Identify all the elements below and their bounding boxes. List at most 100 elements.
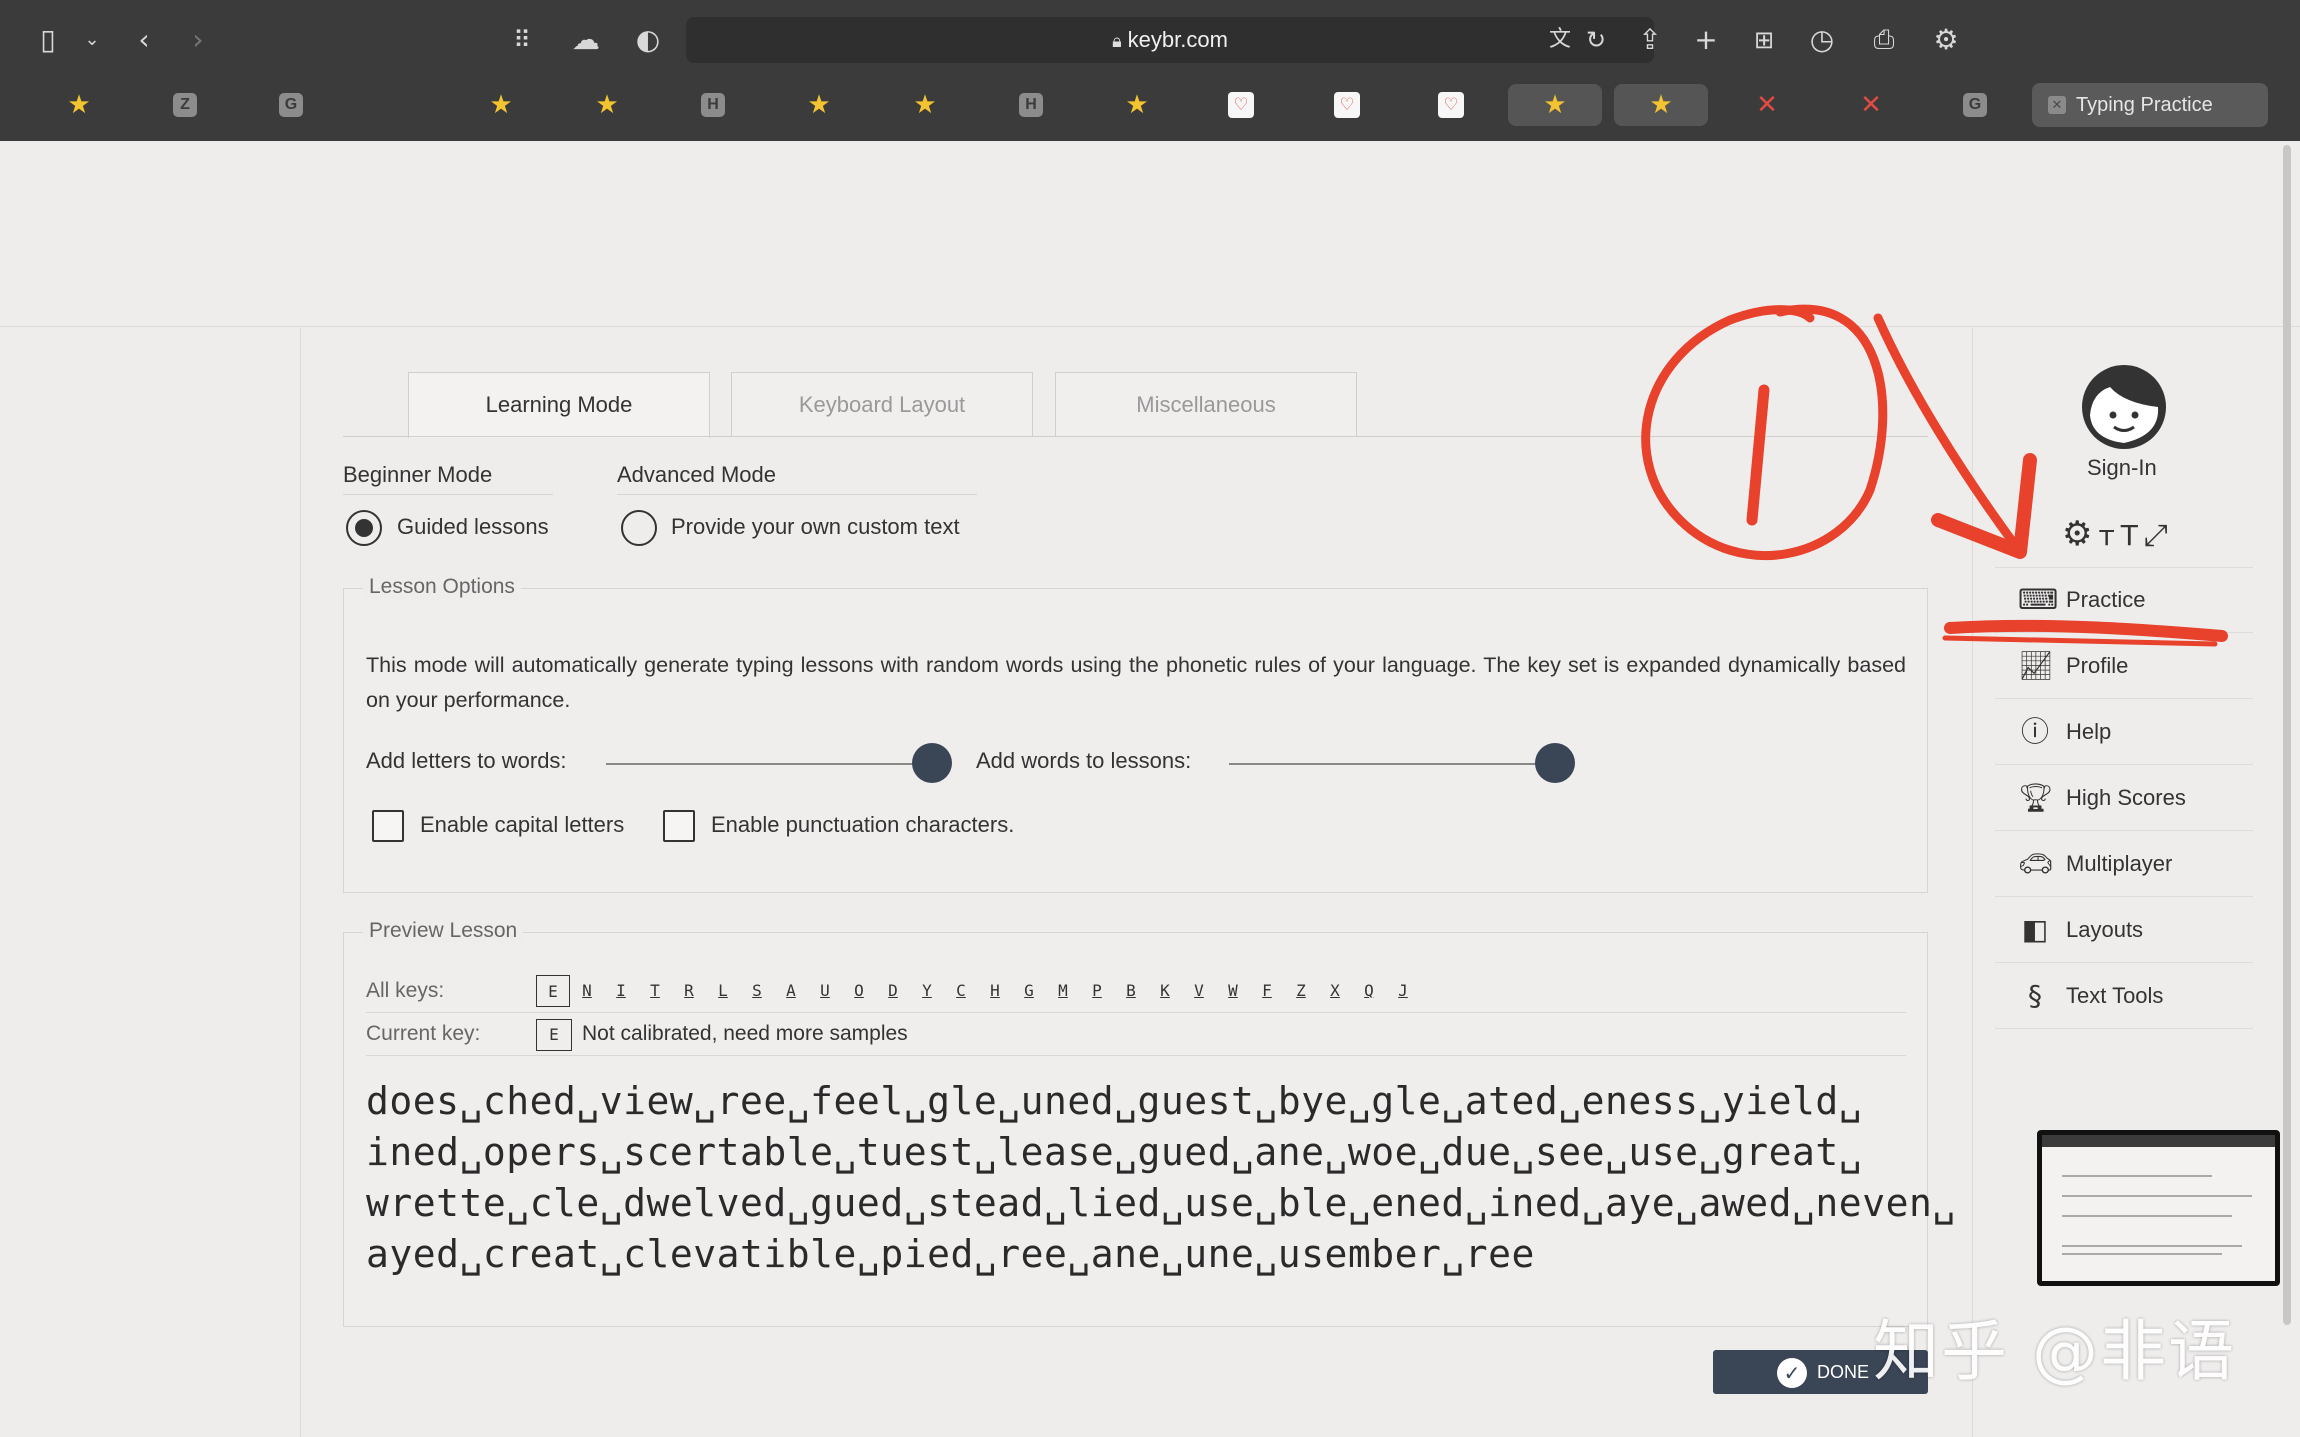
star-icon: ★ [1543,90,1567,120]
history-icon[interactable]: ◷ [1804,22,1840,58]
punctuation-label[interactable]: Enable punctuation characters. [711,812,1014,838]
favorite-item[interactable]: ★ [454,84,548,126]
key-badge: N [582,981,592,1000]
lesson-line: ayed␣creat␣clevatible␣pied␣ree␣ane␣une␣u… [366,1232,1535,1276]
new-tab-icon[interactable]: + [1688,22,1724,58]
key-badge: Q [1364,981,1374,1000]
address-bar[interactable]: 🔒︎ keybr.com [686,17,1654,63]
favorite-item[interactable]: ★ [1614,84,1708,126]
favorite-item[interactable]: ♡ [1404,84,1498,126]
share-icon[interactable]: ⇪ [1632,22,1668,58]
browser-chrome: ▯ ⌄ ‹ › ⠿ ☁ ◐ 🔒︎ keybr.com 文 ↻ ⇪ + ⊞ ◷ ⎙ … [0,0,2300,141]
custom-text-radio[interactable] [621,510,657,546]
beginner-mode-label: Beginner Mode [343,462,553,495]
browser-toolbar: ▯ ⌄ ‹ › ⠿ ☁ ◐ 🔒︎ keybr.com 文 ↻ ⇪ + ⊞ ◷ ⎙ … [0,0,2300,80]
sign-in-link[interactable]: Sign-In [2087,455,2157,481]
favorite-item[interactable]: ✕ [1824,84,1918,126]
guided-lessons-radio[interactable] [346,510,382,546]
translate-icon[interactable]: 文 [1542,22,1578,58]
sidebar-item-label: Text Tools [2066,983,2164,1008]
close-tab-icon[interactable]: ✕ [2048,96,2066,114]
keys-divider [366,1012,1906,1013]
scrollbar-thumb[interactable] [2283,145,2291,1325]
key-badge: W [1228,981,1238,1000]
add-letters-slider-track[interactable] [606,763,932,765]
key-badge: O [854,981,864,1000]
screenshot-thumbnail[interactable] [2037,1130,2280,1286]
sidebar-item-high-scores[interactable]: 🏆︎ High Scores [1995,765,2253,831]
capital-letters-checkbox[interactable] [372,810,404,842]
tab-miscellaneous[interactable]: Miscellaneous [1055,372,1357,436]
favicon-letter: G [1963,93,1987,117]
fullscreen-icon[interactable]: ⤢ [2144,518,2174,553]
toolbar-icons: ⚙тT⤢ [2062,514,2174,554]
add-letters-slider-knob[interactable] [912,743,952,783]
sidebar-item-label: Help [2066,719,2112,744]
favorites-bar: ★ Z G ★ ★ H ★ ★ H ★ ♡ ♡ ♡ ★ ★ ✕ ✕ G [0,80,2300,141]
font-size-icon[interactable]: тT [2098,519,2143,552]
custom-text-label[interactable]: Provide your own custom text [671,514,960,540]
grid-apps-icon[interactable]: ⠿ [504,22,540,58]
avatar-icon[interactable] [2080,363,2168,451]
sidebar-item-text-tools[interactable]: § Text Tools [1995,963,2253,1029]
favorite-item[interactable]: G [1928,84,2022,126]
shield-icon[interactable]: ◐ [630,22,666,58]
tab-typing-practice[interactable]: ✕ Typing Practice [2032,83,2268,127]
favorite-item[interactable]: ★ [32,84,126,126]
cloud-icon[interactable]: ☁ [568,22,604,58]
add-words-slider-track[interactable] [1229,763,1555,765]
sidebar-item-practice[interactable]: ⌨ Practice [1995,567,2253,633]
back-icon[interactable]: ‹ [126,22,162,58]
favorite-item[interactable]: H [666,84,760,126]
heart-icon: ♡ [1228,92,1254,118]
key-badge: G [1024,981,1034,1000]
sidebar-item-label: Profile [2066,653,2129,678]
favorite-item[interactable]: ★ [1508,84,1602,126]
sidebar-item-label: High Scores [2066,785,2186,810]
sidebar-item-multiplayer[interactable]: 🚗︎ Multiplayer [1995,831,2253,897]
tab-learning-mode[interactable]: Learning Mode [408,372,710,438]
key-badge: C [956,981,966,1000]
add-words-slider-knob[interactable] [1535,743,1575,783]
sidebar-item-label: Multiplayer [2066,851,2173,876]
sidebar-item-profile[interactable]: 📈︎ Profile [1995,633,2253,699]
advanced-mode-label: Advanced Mode [617,462,977,495]
favorite-item[interactable]: G [244,84,338,126]
favorite-item[interactable]: ★ [1090,84,1184,126]
sidebar-item-help[interactable]: ⓘ Help [1995,699,2253,765]
pinwheel-icon: ✕ [1756,90,1778,120]
key-badge: V [1194,981,1204,1000]
scrollbar[interactable] [2280,141,2294,1437]
star-icon: ★ [807,90,831,120]
settings-icon[interactable]: ⚙ [2062,514,2098,554]
favicon-letter: H [701,93,725,117]
guided-lessons-label[interactable]: Guided lessons [397,514,549,540]
favorite-item[interactable]: ★ [772,84,866,126]
star-icon: ★ [595,90,619,120]
key-badge: Z [1296,981,1306,1000]
favorite-item[interactable]: ♡ [1194,84,1288,126]
forward-icon[interactable]: › [180,22,216,58]
key-badge: P [1092,981,1102,1000]
punctuation-checkbox[interactable] [663,810,695,842]
reload-icon[interactable]: ↻ [1578,22,1614,58]
lesson-line: wrette␣cle␣dwelved␣gued␣stead␣lied␣use␣b… [366,1181,1956,1225]
tab-keyboard-layout[interactable]: Keyboard Layout [731,372,1033,436]
favorite-item[interactable]: ★ [560,84,654,126]
preview-lesson-legend: Preview Lesson [363,919,524,943]
lesson-options-legend: Lesson Options [363,575,521,599]
favorite-item[interactable]: ✕ [1720,84,1814,126]
favorite-item[interactable]: Z [138,84,232,126]
sidebar-toggle-icon[interactable]: ▯ [30,22,66,58]
print-icon[interactable]: ⎙ [1866,22,1902,58]
chevron-down-icon[interactable]: ⌄ [74,22,110,58]
key-badge: H [990,981,1000,1000]
settings-gear-icon[interactable]: ⚙ [1928,22,1964,58]
capital-letters-label[interactable]: Enable capital letters [420,812,624,838]
page-header-band [0,141,2300,327]
favorite-item[interactable]: ♡ [1300,84,1394,126]
favorite-item[interactable]: H [984,84,1078,126]
sidebar-item-layouts[interactable]: ◧ Layouts [1995,897,2253,963]
tab-overview-icon[interactable]: ⊞ [1746,22,1782,58]
favorite-item[interactable]: ★ [878,84,972,126]
